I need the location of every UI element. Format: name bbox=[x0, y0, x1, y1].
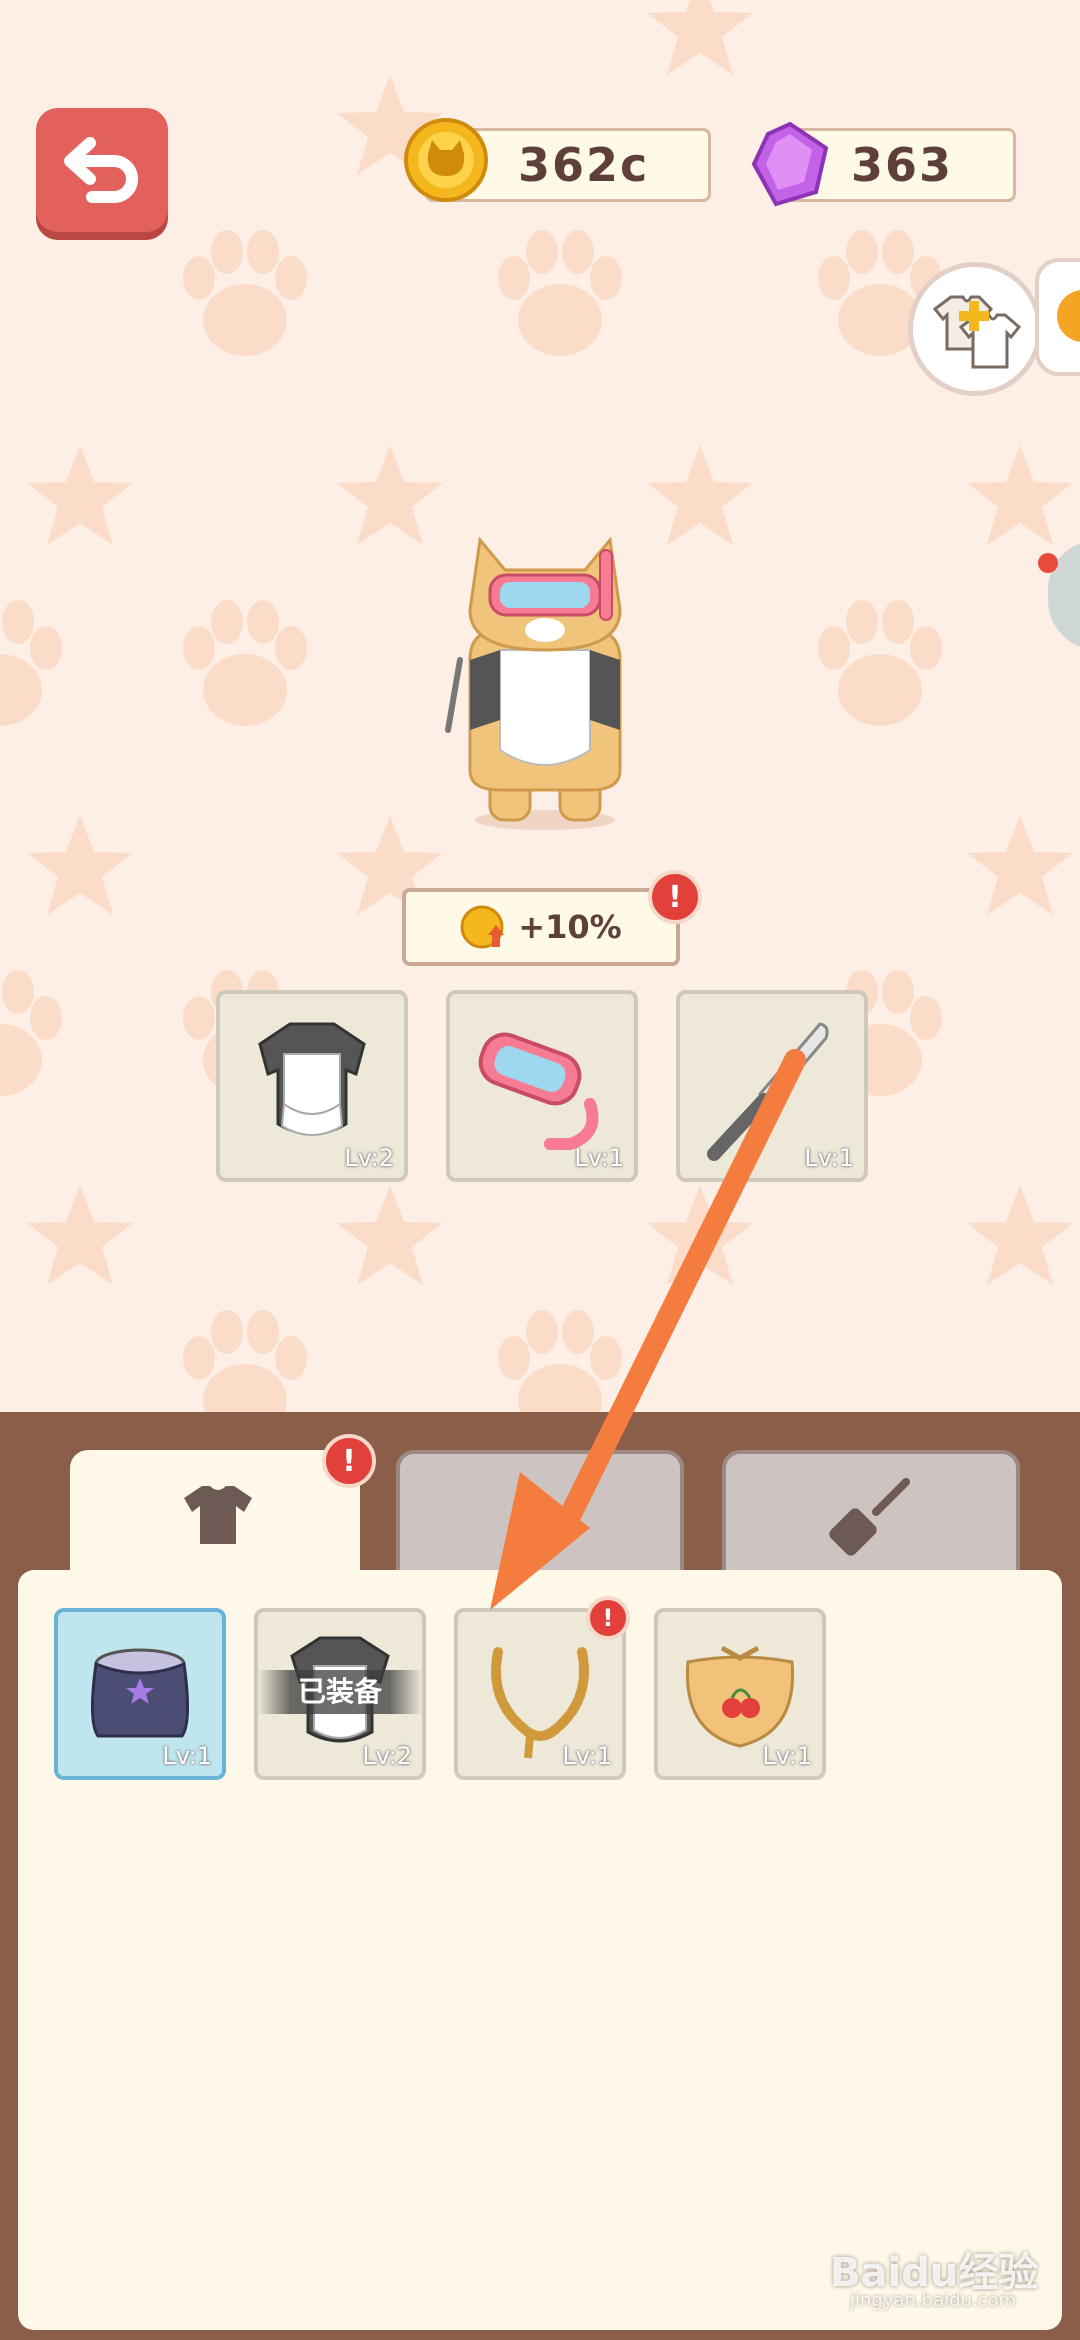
gem-icon bbox=[751, 121, 829, 207]
inventory-item-cherry-bib[interactable]: Lv:1 bbox=[654, 1608, 826, 1780]
item-level: Lv:1 bbox=[562, 1742, 612, 1770]
item-level: Lv:1 bbox=[804, 1144, 854, 1172]
coin-value: 362c bbox=[518, 138, 650, 192]
back-button[interactable] bbox=[36, 108, 168, 232]
clothes-tab-alert: ! bbox=[322, 1434, 376, 1488]
hat-icon bbox=[514, 1498, 566, 1534]
item-level: Lv:1 bbox=[762, 1742, 812, 1770]
equipped-slot-tool[interactable]: Lv:1 bbox=[676, 990, 868, 1182]
tab-clothes[interactable] bbox=[70, 1450, 360, 1590]
gem-value: 363 bbox=[851, 138, 954, 192]
add-outfit-button[interactable] bbox=[908, 262, 1042, 396]
side-coin-button[interactable] bbox=[1035, 258, 1080, 376]
equipped-slot-headwear[interactable]: Lv:1 bbox=[446, 990, 638, 1182]
item-level: Lv:2 bbox=[344, 1144, 394, 1172]
cat-coin-icon bbox=[404, 118, 488, 202]
income-bonus-badge: +10% bbox=[402, 888, 680, 966]
equipped-slot-outfit[interactable]: Lv:2 bbox=[216, 990, 408, 1182]
item-level: Lv:1 bbox=[162, 1742, 212, 1770]
item-level: Lv:2 bbox=[362, 1742, 412, 1770]
inventory-item-purple-skirt[interactable]: Lv:1 bbox=[54, 1608, 226, 1780]
inventory-item-maid-dress[interactable]: 已装备 Lv:2 bbox=[254, 1608, 426, 1780]
notification-dot bbox=[1038, 553, 1058, 573]
equipped-status-label: 已装备 bbox=[258, 1670, 422, 1714]
item-level: Lv:1 bbox=[574, 1144, 624, 1172]
shirts-plus-icon bbox=[932, 295, 1022, 369]
shirt-icon bbox=[184, 1486, 252, 1544]
new-item-alert: ! bbox=[586, 1596, 630, 1640]
bonus-value: +10% bbox=[518, 908, 622, 946]
undo-arrow-icon bbox=[64, 137, 138, 203]
bonus-alert-badge: ! bbox=[648, 870, 702, 924]
coin-boost-icon bbox=[460, 905, 505, 949]
coin-icon bbox=[1057, 290, 1080, 342]
spatula-icon bbox=[829, 1478, 910, 1556]
cat-character bbox=[445, 536, 622, 830]
watermark-url: jingyan.baidu.com bbox=[850, 2290, 1017, 2311]
